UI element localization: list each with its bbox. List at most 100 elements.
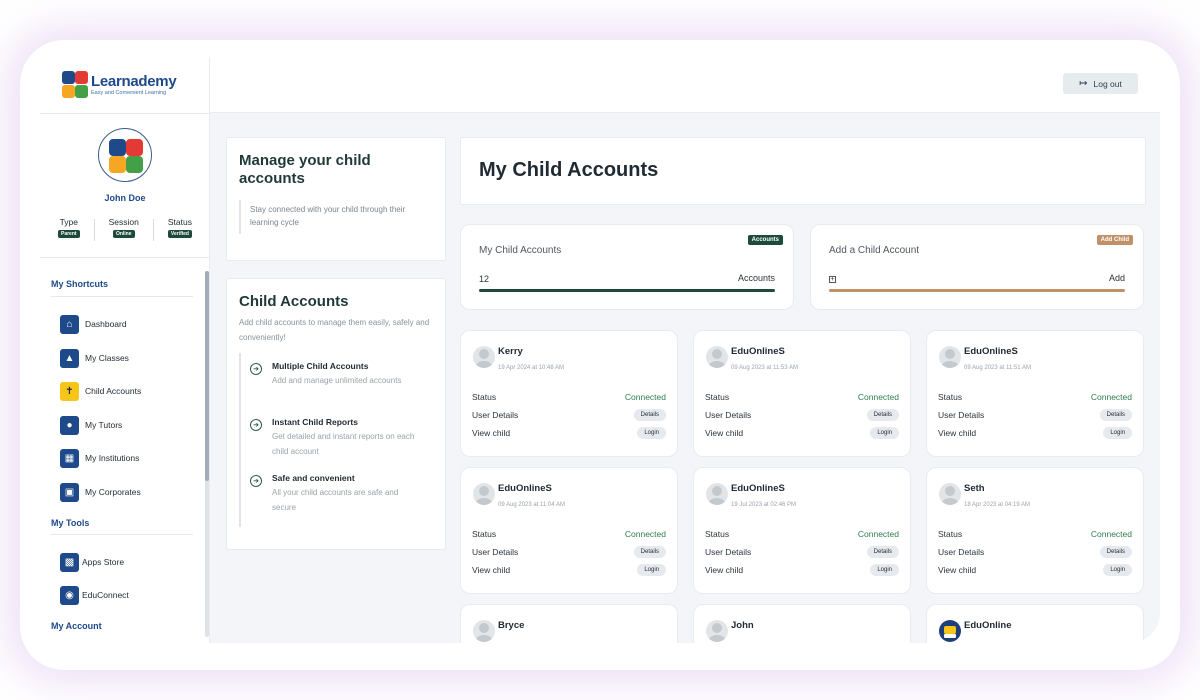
details-row: User Details Details [705,545,899,559]
child-card[interactable]: Seth 18 Apr 2023 at 04:19 AM Status Connect… [926,467,1144,594]
scrollbar-thumb[interactable] [205,271,209,481]
child-created-date: 09 Aug 2023 at 11:51 AM [964,365,1031,371]
apps-icon: ▩ [60,552,79,572]
sidebar-item-label: My Classes [85,353,129,363]
status-label: Status [938,392,963,402]
child-card[interactable]: EduOnlineS 09 Aug 2023 at 11:53 AM Status C… [693,330,911,457]
sidebar-item-educonnect[interactable]: ◉ EduConnect [60,585,129,605]
sidebar-item-my-tutors[interactable]: ● My Tutors [60,415,122,435]
details-button[interactable]: Details [866,409,899,421]
sidebar-item-my-classes[interactable]: ▲ My Classes [60,348,129,368]
child-name: EduOnline [964,620,1012,631]
account-title: My Account [51,621,102,631]
divider [40,257,210,258]
logout-icon: ↦ [1079,78,1088,89]
login-button[interactable]: Login [637,427,666,439]
view-row: View child Login [472,563,666,577]
type-badge: Parent [58,230,80,238]
child-created-date: 19 Apr 2024 at 10:48 AM [498,365,565,371]
meta-separator [93,219,95,241]
child-name: EduOnlineS [731,346,785,357]
status-label: Status [705,529,730,539]
child-avatar [706,483,728,505]
sidebar-item-apps-store[interactable]: ▩ Apps Store [60,552,124,572]
status-label: Status [472,392,497,402]
status-label: Status [472,529,497,539]
details-button[interactable]: Details [866,546,899,558]
child-card[interactable]: EduOnlineS 09 Aug 2023 at 11:04 AM Status C… [460,467,678,594]
feature-item: ➜ Instant Child Reports Get detailed and… [250,417,440,459]
stat-bar [479,289,775,292]
feature-item: ➜ Multiple Child Accounts Add and manage… [250,361,440,388]
divider [40,113,210,114]
user-details-label: User Details [472,547,519,557]
arrow-circle-icon: ➜ [250,419,262,431]
details-button[interactable]: Details [633,409,666,421]
details-button[interactable]: Details [1099,409,1132,421]
meta-separator [152,219,154,241]
details-button[interactable]: Details [1099,546,1132,558]
add-child-tag: Add Child [1096,235,1133,245]
briefcase-icon: ▣ [60,482,79,502]
stat-unit: Accounts [737,273,775,283]
home-icon: ⌂ [60,314,79,334]
view-row: View child Login [472,426,666,440]
child-avatar [706,346,728,368]
child-card[interactable]: EduOnlineS 19 Jul 2023 at 02:46 PM Status C… [693,467,911,594]
avatar[interactable] [98,128,152,182]
status-row: Status Connected [472,527,666,541]
sidebar-item-label: Child Accounts [85,386,142,396]
top-bar: ↦ Log out [210,57,1160,113]
sidebar-item-child-accounts[interactable]: ✝ Child Accounts [60,381,141,401]
account-count: 12 [479,274,490,284]
user-details-label: User Details [705,547,752,557]
sidebar-item-label: My Tutors [85,420,123,430]
arrow-circle-icon: ➜ [250,475,262,487]
child-created-date: 09 Aug 2023 at 11:53 AM [731,365,798,371]
accent-bar [239,353,241,527]
institution-icon: ▦ [60,448,79,468]
feature-title: Instant Child Reports [272,417,358,427]
accounts-tag: Accounts [747,235,783,245]
manage-title: Manage your child accounts [239,152,371,187]
child-card[interactable]: EduOnline [926,604,1144,643]
feature-text: Add and manage unlimited accounts [272,376,402,385]
login-button[interactable]: Login [1103,564,1132,576]
page-header: My Child Accounts [460,137,1146,205]
child-card[interactable]: Kerry 19 Apr 2024 at 10:48 AM Status Connec… [460,330,678,457]
login-button[interactable]: Login [870,427,899,439]
login-button[interactable]: Login [1103,427,1132,439]
plus-icon[interactable]: + [829,276,836,283]
puzzle-logo-icon [62,71,88,99]
feature-title: Safe and convenient [272,473,355,483]
users-icon: ◉ [60,585,79,605]
stat-card-child-accounts[interactable]: My Child Accounts Accounts 12 Accounts [460,224,794,310]
feature-title: Multiple Child Accounts [272,361,369,371]
sidebar-scrollbar[interactable] [205,271,209,637]
sidebar-item-dashboard[interactable]: ⌂ Dashboard [60,314,127,334]
child-name: EduOnlineS [731,483,785,494]
child-name: John [731,620,754,631]
child-card[interactable]: John [693,604,911,643]
connection-status: Connected [857,392,899,402]
login-button[interactable]: Login [870,564,899,576]
status-row: Status Connected [938,527,1132,541]
child-card[interactable]: EduOnlineS 09 Aug 2023 at 11:51 AM Status C… [926,330,1144,457]
logout-button[interactable]: ↦ Log out [1063,73,1138,94]
sidebar-item-my-corporates[interactable]: ▣ My Corporates [60,482,141,502]
view-child-label: View child [938,565,977,575]
child-created-date: 09 Aug 2023 at 11:04 AM [498,502,565,508]
child-card[interactable]: Bryce [460,604,678,643]
stat-card-add-child[interactable]: Add a Child Account Add Child + Add [810,224,1144,310]
arrow-circle-icon: ➜ [250,363,262,375]
child-created-date: 18 Apr 2023 at 04:19 AM [964,502,1031,508]
feature-text: Get detailed and instant reports on each… [272,432,415,456]
stat-title: My Child Accounts [479,245,562,256]
page-title: My Child Accounts [479,159,659,181]
section-divider [51,534,193,535]
brand-logo[interactable]: Learnademy Easy and Convenient Learning [62,71,177,99]
details-button[interactable]: Details [633,546,666,558]
login-button[interactable]: Login [637,564,666,576]
sidebar-item-my-institutions[interactable]: ▦ My Institutions [60,448,139,468]
connection-status: Connected [1090,529,1132,539]
